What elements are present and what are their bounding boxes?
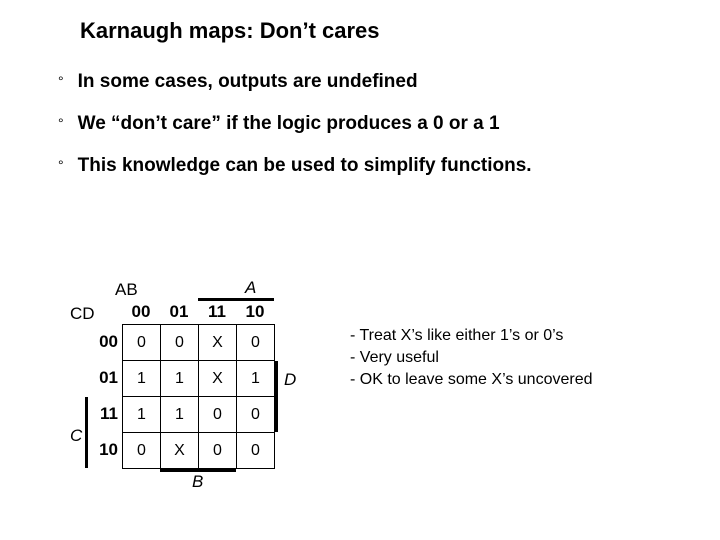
kmap-col-header: 10 — [236, 302, 274, 322]
bullet-text: In some cases, outputs are undefined — [78, 70, 418, 94]
kmap-cell: 0 — [123, 325, 161, 361]
kmap-cell: 0 — [123, 433, 161, 469]
note-line: - OK to leave some X’s uncovered — [350, 369, 593, 391]
kmap-label-c: C — [70, 426, 82, 446]
kmap-grid: 0 0 X 0 1 1 X 1 1 1 0 0 0 X 0 0 — [122, 324, 275, 469]
kmap-cell: 0 — [237, 325, 275, 361]
kmap-cell: X — [199, 361, 237, 397]
kmap-label-a: A — [245, 278, 256, 298]
bullet-circle-icon: ° — [58, 112, 64, 134]
bullet-list: ° In some cases, outputs are undefined °… — [58, 70, 678, 196]
kmap-bar-c — [85, 397, 88, 468]
kmap-cell: 1 — [123, 397, 161, 433]
note-line: - Treat X’s like either 1’s or 0’s — [350, 325, 593, 347]
kmap-row-header: 11 — [94, 396, 118, 432]
kmap-cell: 0 — [237, 433, 275, 469]
kmap-col-header: 00 — [122, 302, 160, 322]
kmap-label-cd: CD — [70, 304, 95, 324]
notes-block: - Treat X’s like either 1’s or 0’s - Ver… — [350, 325, 593, 391]
kmap-cell: 1 — [161, 361, 199, 397]
kmap-cell: 1 — [123, 361, 161, 397]
bullet-circle-icon: ° — [58, 154, 64, 176]
kmap-cell: 1 — [237, 361, 275, 397]
kmap-col-headers: 00 01 11 10 — [122, 302, 274, 322]
kmap-label-ab: AB — [115, 280, 138, 300]
kmap-row-headers: 00 01 11 10 — [94, 324, 118, 468]
kmap-label-b: B — [192, 472, 203, 492]
slide-title: Karnaugh maps: Don’t cares — [80, 18, 380, 44]
note-line: - Very useful — [350, 347, 593, 369]
kmap-row-header: 10 — [94, 432, 118, 468]
bullet-item: ° In some cases, outputs are undefined — [58, 70, 678, 94]
kmap-cell: 0 — [199, 433, 237, 469]
kmap-label-d: D — [284, 370, 296, 390]
kmap-cell: X — [161, 433, 199, 469]
bullet-item: ° This knowledge can be used to simplify… — [58, 154, 678, 178]
kmap-row-header: 00 — [94, 324, 118, 360]
bullet-text: We “don’t care” if the logic produces a … — [78, 112, 500, 136]
kmap-row-header: 01 — [94, 360, 118, 396]
kmap-bar-a — [198, 298, 274, 301]
bullet-item: ° We “don’t care” if the logic produces … — [58, 112, 678, 136]
kmap-bar-d — [275, 361, 278, 432]
kmap-cell: X — [199, 325, 237, 361]
kmap-col-header: 01 — [160, 302, 198, 322]
bullet-circle-icon: ° — [58, 70, 64, 92]
kmap-cell: 0 — [161, 325, 199, 361]
kmap-col-header: 11 — [198, 302, 236, 322]
bullet-text: This knowledge can be used to simplify f… — [78, 154, 532, 178]
kmap-cell: 0 — [237, 397, 275, 433]
kmap-cell: 1 — [161, 397, 199, 433]
kmap-cell: 0 — [199, 397, 237, 433]
